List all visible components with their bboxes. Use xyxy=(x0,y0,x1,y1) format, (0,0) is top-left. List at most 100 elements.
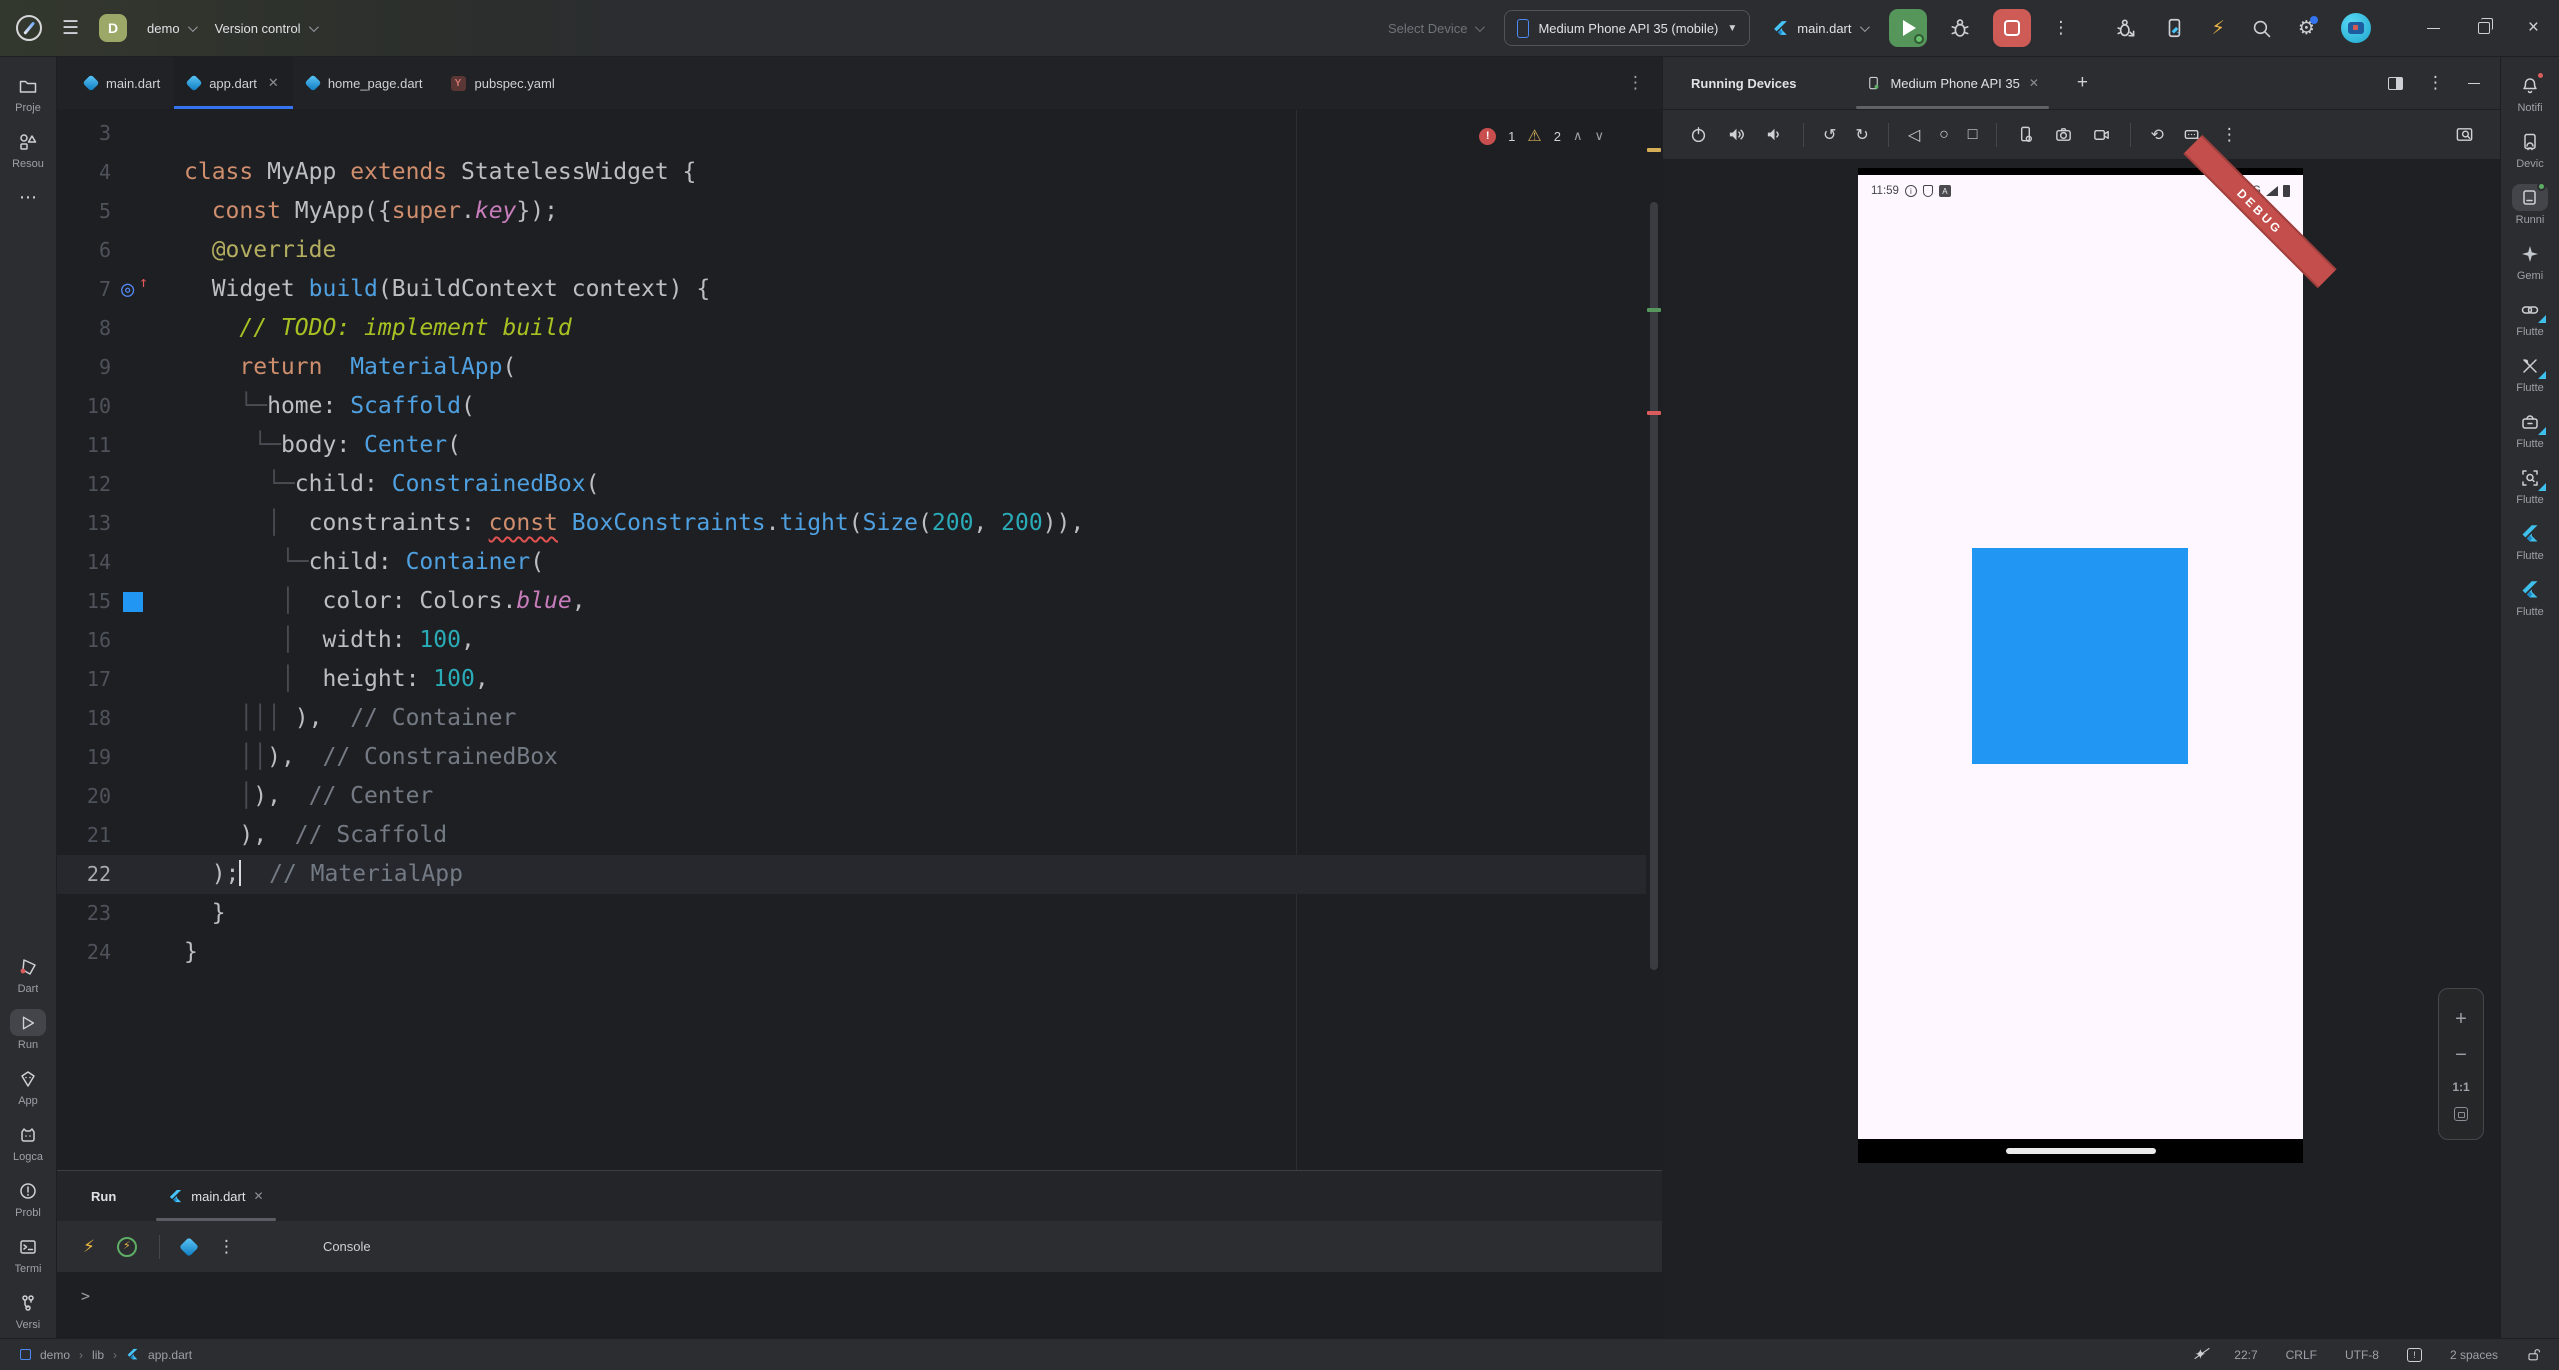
close-tab-icon[interactable]: ✕ xyxy=(2029,76,2039,90)
window-minimize-button[interactable] xyxy=(2427,28,2440,29)
app-icon[interactable] xyxy=(179,1237,199,1257)
emulator-screen[interactable]: 11:59 i A 3G DEBUG xyxy=(1858,168,2303,1163)
breadcrumb-project[interactable]: demo xyxy=(40,1348,70,1362)
more-actions-icon[interactable]: ⋮ xyxy=(2053,18,2070,38)
unlock-icon[interactable] xyxy=(2526,1347,2541,1362)
tab-main-dart[interactable]: main.dart xyxy=(71,57,174,109)
console-output[interactable]: > xyxy=(57,1273,1662,1338)
run-tab-main-dart[interactable]: main.dart ✕ xyxy=(156,1171,275,1221)
window-restore-button[interactable] xyxy=(2478,22,2490,34)
run-button[interactable] xyxy=(1889,9,1927,47)
inspections-status-icon[interactable]: ! xyxy=(2407,1348,2422,1362)
device-settings-icon[interactable] xyxy=(2016,125,2035,144)
rotate-left-icon[interactable]: ↺ xyxy=(1823,125,1836,145)
screen-record-icon[interactable] xyxy=(2092,125,2111,144)
breadcrumb-file[interactable]: app.dart xyxy=(148,1348,192,1362)
device-more-icon[interactable]: ⋮ xyxy=(2221,125,2238,145)
code-line[interactable]: 4 class MyApp extends StatelessWidget { xyxy=(57,153,1646,192)
indent-setting[interactable]: 2 spaces xyxy=(2450,1348,2498,1362)
sidebar-item-dart-analysis[interactable]: Dart xyxy=(0,946,56,1002)
close-tab-icon[interactable]: ✕ xyxy=(253,1189,263,1203)
reset-icon[interactable]: ⟲ xyxy=(2150,125,2163,145)
zoom-in-button[interactable]: + xyxy=(2455,1008,2467,1031)
code-line[interactable]: 18 │││ ), // Container xyxy=(57,699,1646,738)
stop-button[interactable] xyxy=(1993,9,2031,47)
sidebar-item-device-manager[interactable]: Devic xyxy=(2502,121,2558,177)
sidebar-item-gemini[interactable]: Gemi xyxy=(2502,233,2558,289)
console-tab[interactable]: Console xyxy=(323,1239,371,1254)
screenshot-camera-icon[interactable] xyxy=(2054,125,2073,144)
code-editor[interactable]: 3 4 class MyApp extends StatelessWidget … xyxy=(57,110,1662,1170)
code-line[interactable]: 24 } xyxy=(57,933,1646,972)
breadcrumb-dir[interactable]: lib xyxy=(92,1348,104,1362)
code-line[interactable]: 16 │ width: 100, xyxy=(57,621,1646,660)
attach-debugger-icon[interactable] xyxy=(2116,17,2138,39)
panel-options-icon[interactable]: ⋮ xyxy=(2427,73,2444,93)
code-line[interactable]: 20 │), // Center xyxy=(57,777,1646,816)
warning-stripe-mark[interactable] xyxy=(1647,148,1661,152)
android-overview-icon[interactable]: □ xyxy=(1968,126,1978,144)
code-line[interactable]: 12 └─child: ConstrainedBox( xyxy=(57,465,1646,504)
line-ending[interactable]: CRLF xyxy=(2286,1348,2317,1362)
device-tab[interactable]: Medium Phone API 35 ✕ xyxy=(1852,57,2052,109)
project-selector[interactable]: demo xyxy=(147,21,195,36)
power-icon[interactable] xyxy=(1689,125,1708,144)
editor-scrollbar[interactable] xyxy=(1650,202,1658,970)
sidebar-item-more[interactable]: ⋯ xyxy=(0,177,56,218)
tab-app-dart[interactable]: app.dart ✕ xyxy=(174,57,293,109)
sidebar-item-terminal[interactable]: Termi xyxy=(0,1226,56,1282)
code-line[interactable]: 14 └─child: Container( xyxy=(57,543,1646,582)
android-home-icon[interactable]: ○ xyxy=(1939,126,1949,144)
sidebar-item-version-control[interactable]: Versi xyxy=(0,1282,56,1338)
caret-position[interactable]: 22:7 xyxy=(2234,1348,2257,1362)
code-line[interactable]: 6 @override xyxy=(57,231,1646,270)
window-close-button[interactable]: × xyxy=(2528,17,2539,39)
add-device-tab-icon[interactable]: + xyxy=(2077,72,2088,94)
run-configuration-selector[interactable]: main.dart xyxy=(1772,20,1866,37)
zoom-actual-size-button[interactable]: 1:1 xyxy=(2452,1080,2469,1094)
project-badge[interactable]: D xyxy=(99,14,127,42)
vcs-widget[interactable]: Version control xyxy=(215,21,316,36)
code-line[interactable]: 3 xyxy=(57,114,1646,153)
flutter-device-tools-icon[interactable] xyxy=(2164,17,2186,39)
file-encoding[interactable]: UTF-8 xyxy=(2345,1348,2379,1362)
zoom-fit-button[interactable] xyxy=(2454,1107,2468,1121)
code-line[interactable]: 5 const MyApp({super.key}); xyxy=(57,192,1646,231)
sidebar-item-flutter-performance[interactable]: Flutte xyxy=(2502,289,2558,345)
device-selector[interactable]: Medium Phone API 35 (mobile) ▼ xyxy=(1504,10,1750,46)
sidebar-item-flutter-outline[interactable]: Flutte xyxy=(2502,513,2558,569)
select-device-dropdown[interactable]: Select Device xyxy=(1388,21,1482,36)
hide-panel-icon[interactable] xyxy=(2468,83,2480,84)
prev-problem-icon[interactable]: ∧ xyxy=(1573,128,1583,144)
error-stripe-mark[interactable] xyxy=(1647,411,1661,415)
sidebar-item-run[interactable]: Run xyxy=(0,1002,56,1058)
volume-down-icon[interactable] xyxy=(1765,125,1784,144)
change-stripe-mark[interactable] xyxy=(1647,308,1661,312)
sidebar-item-flutter-tools[interactable]: Flutte xyxy=(2502,345,2558,401)
gesture-pill[interactable] xyxy=(2006,1148,2156,1154)
sidebar-item-project[interactable]: Proje xyxy=(0,65,56,121)
debug-button[interactable] xyxy=(1949,17,1971,39)
settings-gear-icon[interactable]: ⚙ xyxy=(2298,17,2315,40)
sidebar-item-flutter-devtools[interactable]: Flutte xyxy=(2502,401,2558,457)
profile-avatar[interactable] xyxy=(2341,13,2371,43)
code-line[interactable]: 19 ││), // ConstrainedBox xyxy=(57,738,1646,777)
android-back-icon[interactable]: ◁ xyxy=(1908,125,1920,145)
rotate-right-icon[interactable]: ↻ xyxy=(1855,125,1868,145)
code-line[interactable]: 7 Widget build(BuildContext context) { xyxy=(57,270,1646,309)
sidebar-item-flutter-inspector[interactable]: Flutte xyxy=(2502,457,2558,513)
code-line[interactable]: 17 │ height: 100, xyxy=(57,660,1646,699)
zoom-controls-icon[interactable] xyxy=(2455,125,2474,144)
code-line[interactable]: 21 ), // Scaffold xyxy=(57,816,1646,855)
sidebar-item-app-quality-insights[interactable]: App xyxy=(0,1058,56,1114)
volume-up-icon[interactable] xyxy=(1727,125,1746,144)
code-line[interactable]: 9 return MaterialApp( xyxy=(57,348,1646,387)
sidebar-item-running-devices[interactable]: Runni xyxy=(2502,177,2558,233)
hot-reload-icon[interactable]: ⚡ xyxy=(83,1237,95,1257)
more-actions-icon[interactable]: ⋮ xyxy=(218,1237,235,1257)
code-line[interactable]: 15 │ color: Colors.blue, xyxy=(57,582,1646,621)
hot-reload-icon[interactable]: ⚡ xyxy=(2212,17,2225,40)
code-line[interactable]: 22 ); // MaterialApp xyxy=(57,855,1646,894)
sidebar-item-resource-manager[interactable]: Resou xyxy=(0,121,56,177)
sidebar-item-notifications[interactable]: Notifi xyxy=(2502,65,2558,121)
